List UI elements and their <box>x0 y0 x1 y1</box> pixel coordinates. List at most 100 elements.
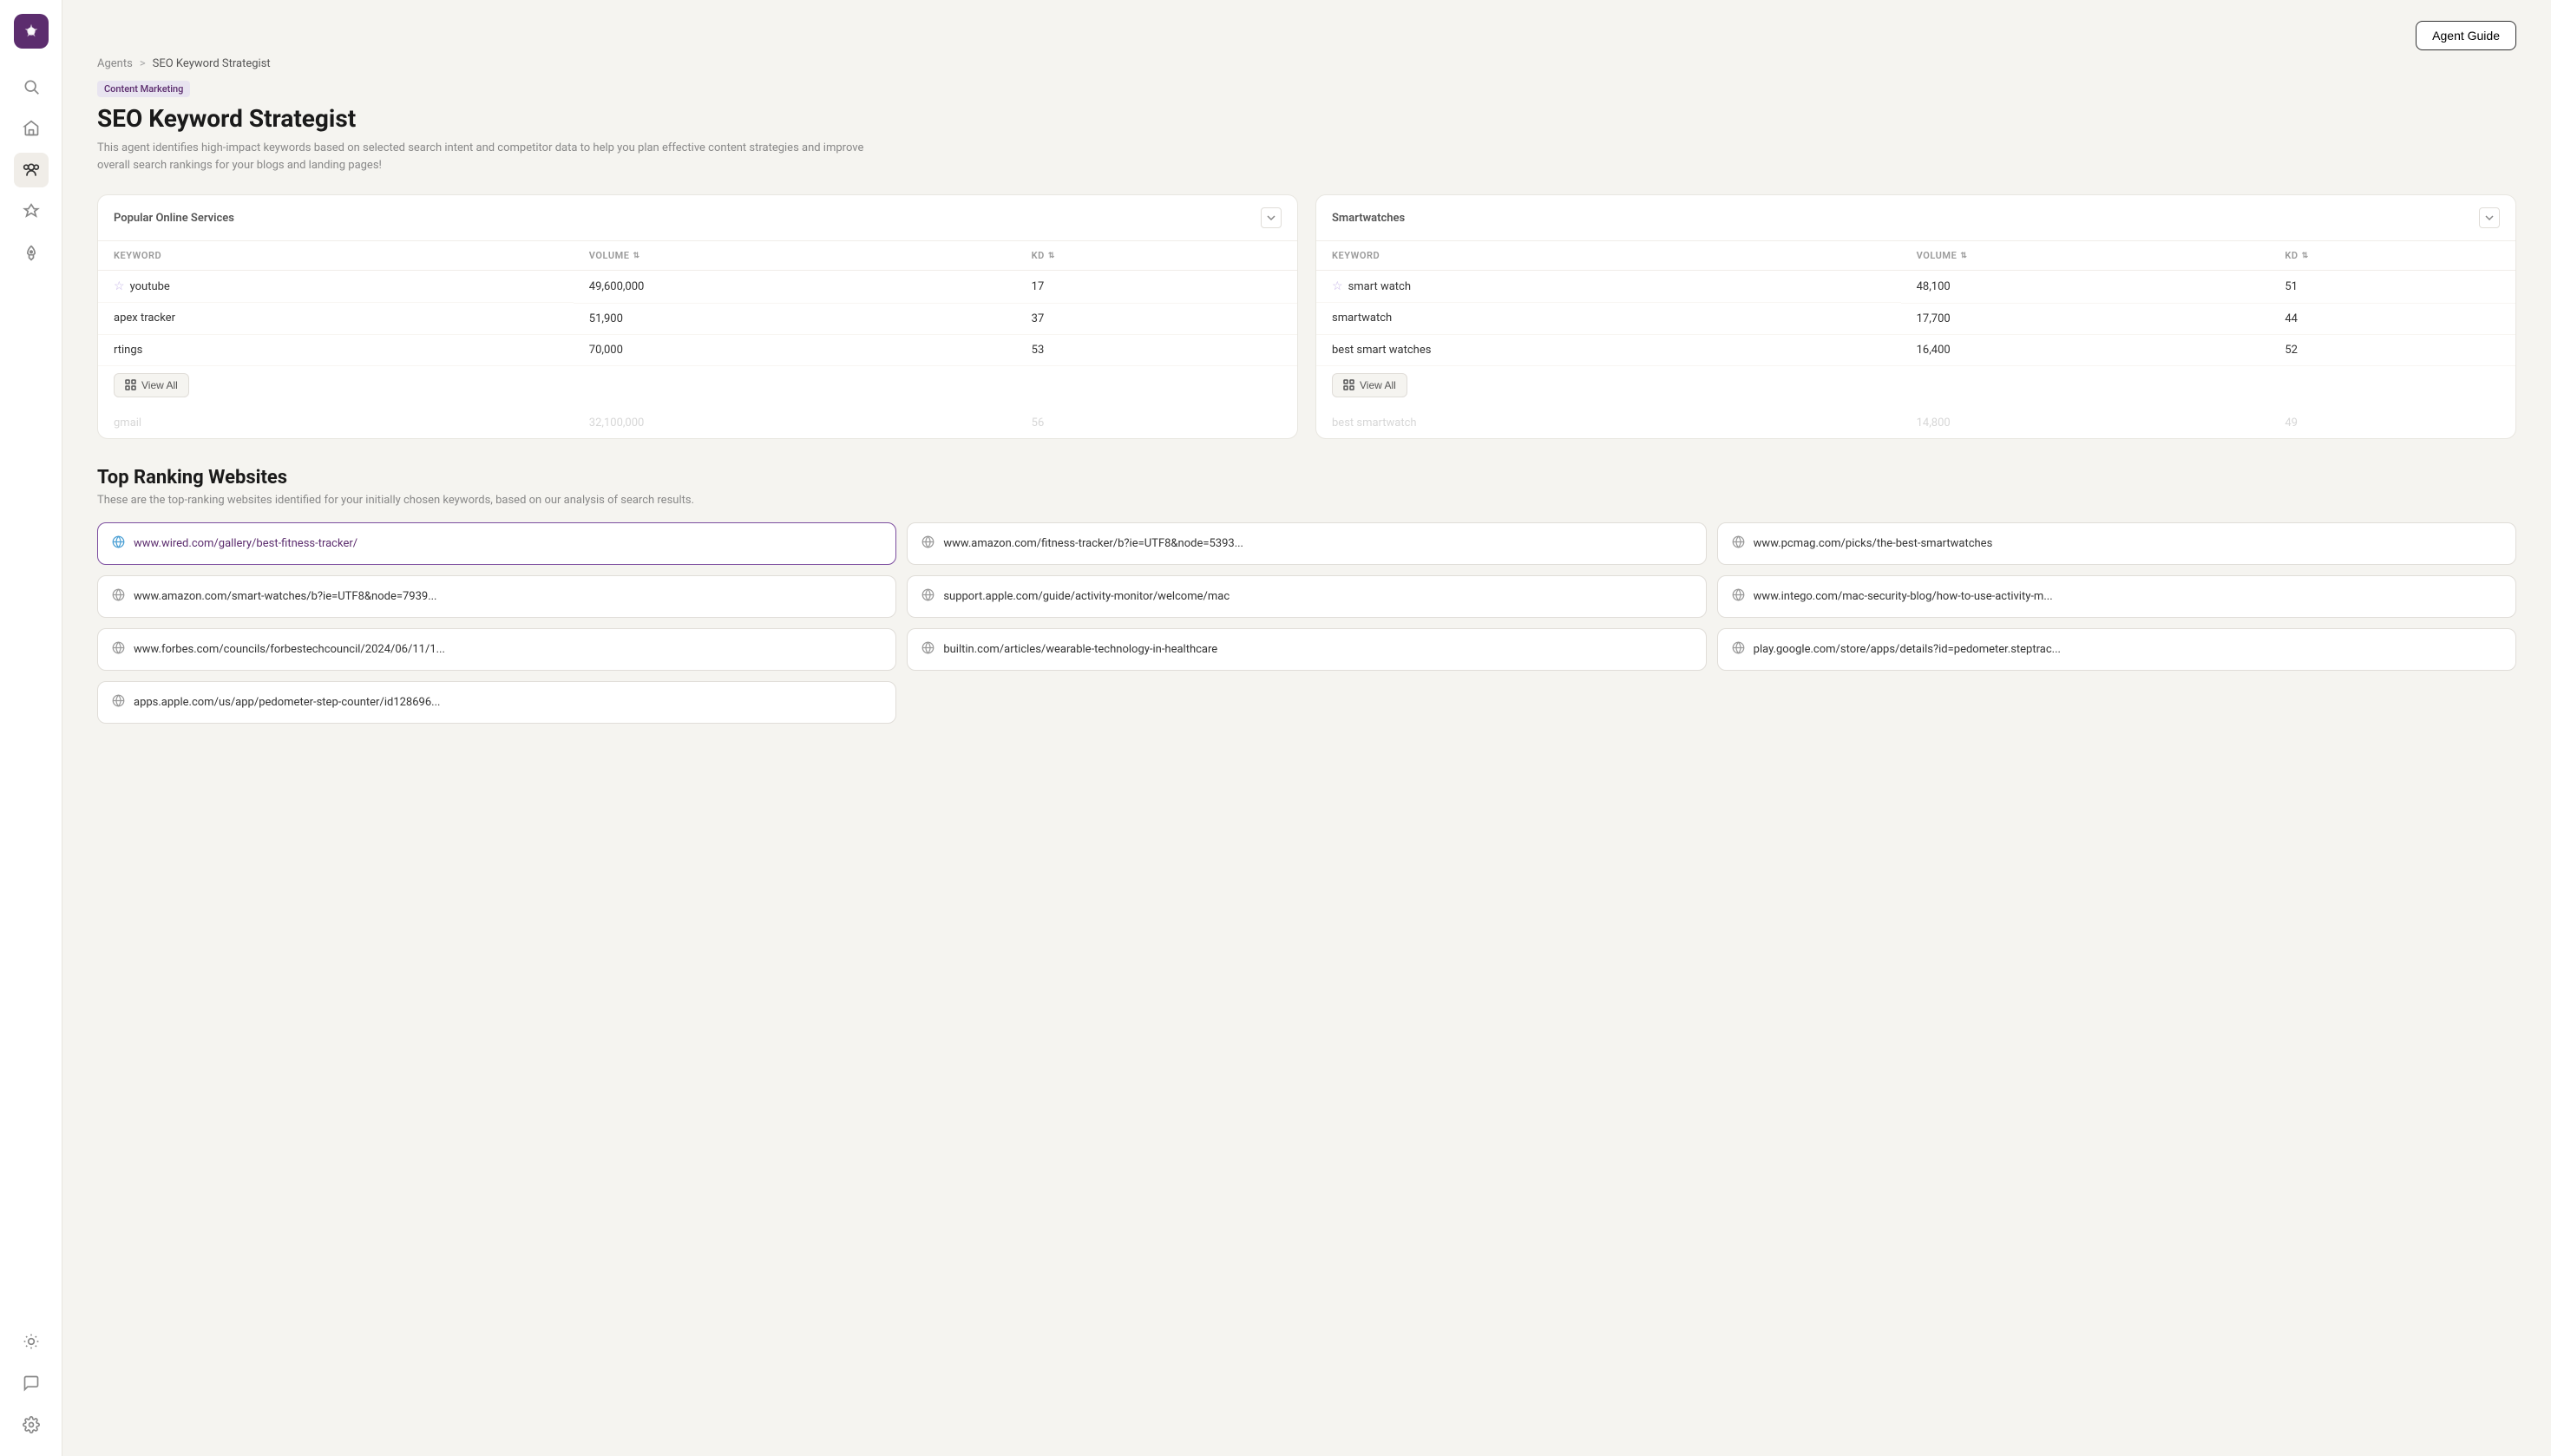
top-ranking-section: Top Ranking Websites These are the top-r… <box>97 467 2516 724</box>
kw-text: smartwatch <box>1332 312 1392 325</box>
sidebar-chat[interactable] <box>14 1366 49 1400</box>
table-row: gmail32,100,00056 <box>98 408 1297 438</box>
globe-icon <box>921 641 934 658</box>
kw-table-2: KEYWORD Volume ⇅ KD ⇅ ☆smart watch48,100… <box>1316 241 2515 438</box>
website-url: www.intego.com/mac-security-blog/how-to-… <box>1754 590 2053 603</box>
kw-cell-keyword: ☆smart watch <box>1316 271 1901 303</box>
sidebar-agents[interactable] <box>14 153 49 187</box>
breadcrumb-agents[interactable]: Agents <box>97 57 133 70</box>
table-row: smartwatch17,70044 <box>1316 303 2515 334</box>
website-card[interactable]: www.intego.com/mac-security-blog/how-to-… <box>1717 575 2516 618</box>
website-card[interactable]: play.google.com/store/apps/details?id=pe… <box>1717 628 2516 671</box>
website-url: www.wired.com/gallery/best-fitness-track… <box>134 537 357 550</box>
kw-cell-volume: 49,600,000 <box>574 271 1016 304</box>
kw-cell-kd: 51 <box>2269 271 2515 304</box>
kw-col-kd-2[interactable]: KD ⇅ <box>2269 241 2515 271</box>
main-content: Agent Guide Agents > SEO Keyword Strateg… <box>62 0 2551 1456</box>
kw-card-expand-1[interactable] <box>1261 207 1282 228</box>
star-icon: ☆ <box>114 279 125 293</box>
kw-cell-volume: 16,400 <box>1901 334 2270 365</box>
view-all-row: View All <box>98 365 1297 408</box>
agent-guide-button[interactable]: Agent Guide <box>2416 21 2516 50</box>
kw-cell-keyword: rtings <box>98 334 574 365</box>
kw-cell-kd: 56 <box>1016 408 1297 438</box>
top-ranking-desc: These are the top-ranking websites ident… <box>97 494 2516 507</box>
website-card[interactable]: www.pcmag.com/picks/the-best-smartwatche… <box>1717 522 2516 565</box>
kw-text: youtube <box>130 280 170 293</box>
website-card[interactable]: www.wired.com/gallery/best-fitness-track… <box>97 522 896 565</box>
kw-cell-keyword: best smart watches <box>1316 334 1901 365</box>
kw-cell-volume: 70,000 <box>574 334 1016 365</box>
kw-text: smart watch <box>1348 280 1411 293</box>
kw-cell-keyword: best smartwatch <box>1316 408 1901 438</box>
keyword-table-smartwatches: Smartwatches KEYWORD <box>1315 194 2516 439</box>
page-description: This agent identifies high-impact keywor… <box>97 140 878 174</box>
table-row: ☆smart watch48,10051 <box>1316 271 2515 304</box>
sidebar-rocket[interactable] <box>14 236 49 271</box>
kw-card-title-1: Popular Online Services <box>114 212 234 225</box>
website-url: www.amazon.com/fitness-tracker/b?ie=UTF8… <box>943 537 1243 550</box>
sidebar-search[interactable] <box>14 69 49 104</box>
view-all-button-2[interactable]: View All <box>1332 373 1407 397</box>
website-url: www.forbes.com/councils/forbestechcounci… <box>134 643 445 656</box>
website-card[interactable]: apps.apple.com/us/app/pedometer-step-cou… <box>97 681 896 724</box>
sidebar-sun[interactable] <box>14 1324 49 1359</box>
websites-grid: www.wired.com/gallery/best-fitness-track… <box>97 522 2516 724</box>
kw-cell-volume: 48,100 <box>1901 271 2270 304</box>
table-row: best smart watches 16,40052 <box>1316 334 2515 365</box>
globe-icon <box>1732 641 1745 658</box>
kw-card-title-2: Smartwatches <box>1332 212 1405 225</box>
sidebar-home[interactable] <box>14 111 49 146</box>
kw-cell-volume: 14,800 <box>1901 408 2270 438</box>
table-row: ☆ youtube 49,600,00017 <box>98 271 1297 304</box>
kw-cell-kd: 52 <box>2269 334 2515 365</box>
sidebar-analytics[interactable] <box>14 194 49 229</box>
kw-cell-volume: 32,100,000 <box>574 408 1016 438</box>
website-url: support.apple.com/guide/activity-monitor… <box>943 590 1230 603</box>
kw-cell-volume: 17,700 <box>1901 303 2270 334</box>
globe-icon <box>1732 588 1745 605</box>
website-card[interactable]: www.forbes.com/councils/forbestechcounci… <box>97 628 896 671</box>
sidebar-gear[interactable] <box>14 1407 49 1442</box>
website-url: apps.apple.com/us/app/pedometer-step-cou… <box>134 696 440 709</box>
globe-icon <box>921 588 934 605</box>
app-logo[interactable] <box>14 14 49 49</box>
kw-text: best smartwatch <box>1332 416 1417 430</box>
kw-col-keyword-2: KEYWORD <box>1316 241 1901 271</box>
website-card[interactable]: support.apple.com/guide/activity-monitor… <box>907 575 1706 618</box>
website-card[interactable]: www.amazon.com/fitness-tracker/b?ie=UTF8… <box>907 522 1706 565</box>
website-card[interactable]: www.amazon.com/smart-watches/b?ie=UTF8&n… <box>97 575 896 618</box>
website-card[interactable]: builtin.com/articles/wearable-technology… <box>907 628 1706 671</box>
kw-cell-kd: 53 <box>1016 334 1297 365</box>
kw-cell-volume: 51,900 <box>574 303 1016 334</box>
website-url: builtin.com/articles/wearable-technology… <box>943 643 1217 656</box>
content-marketing-badge: Content Marketing <box>97 81 190 97</box>
view-all-row: View All <box>1316 365 2515 408</box>
globe-icon <box>112 694 125 711</box>
kw-col-volume-2[interactable]: Volume ⇅ <box>1901 241 2270 271</box>
keyword-tables-section: Popular Online Services KEYWORD <box>97 194 2516 439</box>
keyword-table-popular-online-services: Popular Online Services KEYWORD <box>97 194 1298 439</box>
kw-cell-keyword: smartwatch <box>1316 303 1901 334</box>
top-ranking-title: Top Ranking Websites <box>97 467 2516 489</box>
globe-icon <box>112 588 125 605</box>
kw-text: best smart watches <box>1332 344 1431 357</box>
sidebar <box>0 0 62 1456</box>
breadcrumb-separator: > <box>140 57 146 70</box>
kw-text: rtings <box>114 344 142 357</box>
globe-icon <box>112 641 125 658</box>
globe-icon <box>1732 535 1745 552</box>
kw-col-volume-1[interactable]: Volume ⇅ <box>574 241 1016 271</box>
kw-card-header-2: Smartwatches <box>1316 195 2515 241</box>
kw-cell-kd: 17 <box>1016 271 1297 304</box>
kw-col-keyword-1: KEYWORD <box>98 241 574 271</box>
kw-cell-keyword: apex tracker <box>98 303 574 334</box>
view-all-button-1[interactable]: View All <box>114 373 189 397</box>
kw-card-expand-2[interactable] <box>2479 207 2500 228</box>
globe-icon <box>112 535 125 552</box>
kw-text: apex tracker <box>114 312 175 325</box>
globe-icon <box>921 535 934 552</box>
kw-col-kd-1[interactable]: KD ⇅ <box>1016 241 1297 271</box>
breadcrumb: Agents > SEO Keyword Strategist <box>97 57 2516 70</box>
kw-card-actions-1 <box>1261 207 1282 228</box>
